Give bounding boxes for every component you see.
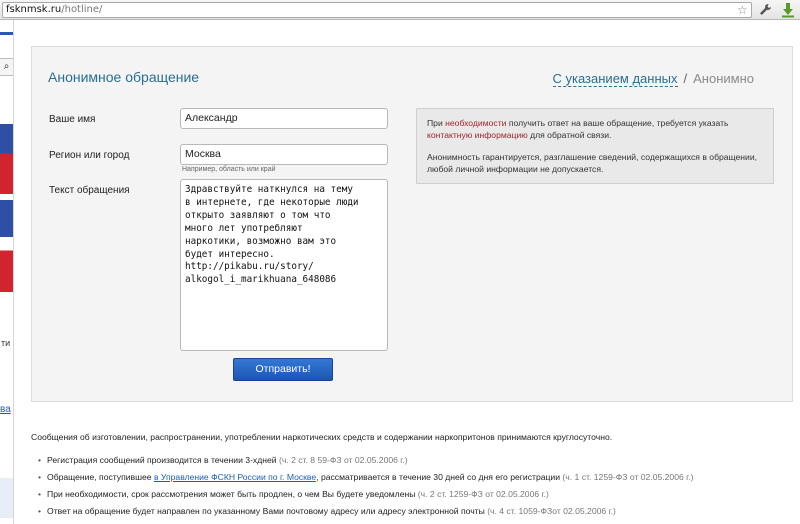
list-item-text: Ответ на обращение будет направлен по ук…	[47, 506, 488, 516]
list-item: Ответ на обращение будет направлен по ук…	[38, 506, 694, 523]
list-item-text: Регистрация сообщений производится в теч…	[47, 455, 279, 465]
list-item-ref: (ч. 2 ст. 1259-ФЗ от 02.05.2006 г.)	[417, 489, 549, 499]
mode-switch: С указанием данных / Анонимно	[552, 71, 754, 87]
region-input[interactable]: Москва	[180, 144, 388, 165]
message-label: Текст обращения	[49, 185, 130, 196]
info-text: При	[427, 118, 446, 128]
list-item-text: Обращение, поступившее	[47, 472, 154, 482]
sidebar-flag-banner[interactable]	[0, 200, 13, 292]
name-input[interactable]: Александр	[180, 108, 388, 129]
search-icon[interactable]: ⌕	[0, 58, 13, 76]
sidebar-image-fragment[interactable]	[0, 478, 13, 518]
sidebar-link-fragment[interactable]: ва	[0, 404, 11, 415]
list-item-text: При необходимости, срок рассмотрения мож…	[47, 489, 418, 499]
region-hint: Например, область или край	[182, 166, 276, 173]
info-text: для обратной связи.	[527, 130, 612, 140]
url-host: fsknmsk.ru	[6, 4, 62, 15]
info-anonymity-paragraph: Анонимность гарантируется, разглашение с…	[427, 152, 758, 174]
hotline-form-panel: Анонимное обращение С указанием данных / А…	[31, 46, 793, 402]
list-item-text: , рассматривается в течение 30 дней со д…	[316, 472, 563, 482]
form-title: Анонимное обращение	[48, 69, 200, 85]
info-box: При необходимости получить ответ на ваше…	[416, 108, 774, 184]
list-item: Регистрация сообщений производится в теч…	[38, 455, 694, 472]
mode-separator: /	[683, 71, 688, 86]
sidebar-text-fragment: ти	[1, 338, 11, 348]
region-label: Регион или город	[49, 150, 130, 161]
list-item-ref: (ч. 2 ст. 8 59-ФЗ от 02.05.2006 г.)	[278, 455, 408, 465]
list-item-ref: (ч. 1 ст. 1259-ФЗ от 02.05.2006 г.)	[562, 472, 694, 482]
sidebar-emblem-banner[interactable]	[0, 104, 13, 194]
download-icon[interactable]	[780, 2, 796, 18]
mode-with-data-link[interactable]: С указанием данных	[552, 71, 678, 87]
sidebar-accent-bar	[0, 32, 13, 35]
name-label: Ваше имя	[49, 114, 96, 125]
submit-button[interactable]: Отправить!	[233, 358, 333, 381]
list-item-ref: (ч. 4 ст. 1059-ФЗот 02.05.2006 г.)	[487, 506, 616, 516]
hotline-notice: Сообщения об изготовлении, распространен…	[31, 432, 613, 442]
info-contact-paragraph: При необходимости получить ответ на ваше…	[427, 117, 763, 141]
left-sidebar: ⌕ ти ва	[0, 20, 14, 524]
wrench-icon[interactable]	[757, 2, 773, 18]
mode-anonymous-label: Анонимно	[693, 71, 754, 86]
info-text: получить ответ на ваше обращение, требуе…	[506, 118, 729, 128]
fskn-moscow-link[interactable]: в Управление ФСКН России по г. Москве	[154, 472, 316, 482]
browser-toolbar: fsknmsk.ru/hotline/ ☆	[0, 0, 800, 20]
list-item: Обращение, поступившее в Управление ФСКН…	[38, 472, 694, 489]
rules-list: Регистрация сообщений производится в теч…	[38, 455, 694, 523]
bookmark-star-icon[interactable]: ☆	[737, 3, 748, 17]
info-highlight: контактную информацию	[427, 130, 528, 140]
message-textarea[interactable]: Здравствуйте наткнулся на тему в интерне…	[180, 179, 388, 351]
address-bar[interactable]: fsknmsk.ru/hotline/	[2, 2, 752, 18]
info-highlight: необходимости	[445, 118, 507, 128]
url-path: /hotline/	[61, 4, 103, 15]
list-item: При необходимости, срок рассмотрения мож…	[38, 489, 694, 506]
